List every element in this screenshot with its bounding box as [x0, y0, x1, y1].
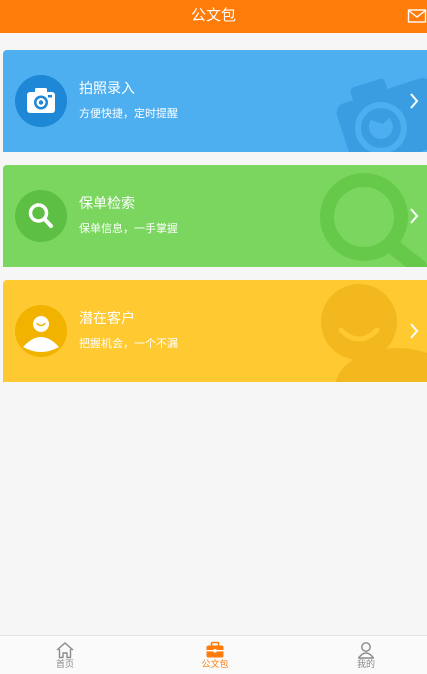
user-icon — [15, 305, 67, 357]
tab-briefcase[interactable]: 公文包 — [175, 636, 255, 674]
mail-icon[interactable] — [407, 8, 427, 24]
card-title: 拍照录入 — [79, 81, 135, 97]
home-icon — [56, 642, 74, 659]
card-subtitle: 保单信息，一手掌握 — [79, 222, 178, 235]
tab-mine[interactable]: 我的 — [326, 636, 406, 674]
app-screen: 公文包 拍照录入 方便快捷，定时提醒 保单检索 保单信息，一手掌握 潜在客户 把… — [0, 0, 427, 674]
card-title: 潜在客户 — [79, 311, 135, 327]
search-icon — [15, 190, 67, 242]
page-title: 公文包 — [190, 6, 236, 24]
chevron-right-icon — [410, 93, 419, 109]
card-title: 保单检索 — [79, 196, 135, 212]
policy-search-card[interactable]: 保单检索 保单信息，一手掌握 — [3, 165, 427, 267]
header-bar: 公文包 — [0, 0, 427, 33]
tab-label: 公文包 — [201, 660, 229, 670]
camera-icon — [15, 75, 67, 127]
chevron-right-icon — [410, 208, 419, 224]
person-icon — [357, 642, 375, 659]
tab-label: 我的 — [356, 660, 375, 670]
tab-label: 首页 — [55, 660, 74, 670]
chevron-right-icon — [410, 323, 419, 339]
briefcase-icon — [206, 641, 224, 658]
potential-customer-card[interactable]: 潜在客户 把握机会，一个不漏 — [3, 280, 427, 382]
tab-home[interactable]: 首页 — [25, 636, 105, 674]
card-subtitle: 把握机会，一个不漏 — [79, 337, 178, 350]
bottom-tab-bar: 首页 公文包 我的 — [0, 635, 427, 674]
photo-entry-card[interactable]: 拍照录入 方便快捷，定时提醒 — [3, 50, 427, 152]
card-subtitle: 方便快捷，定时提醒 — [79, 107, 178, 120]
